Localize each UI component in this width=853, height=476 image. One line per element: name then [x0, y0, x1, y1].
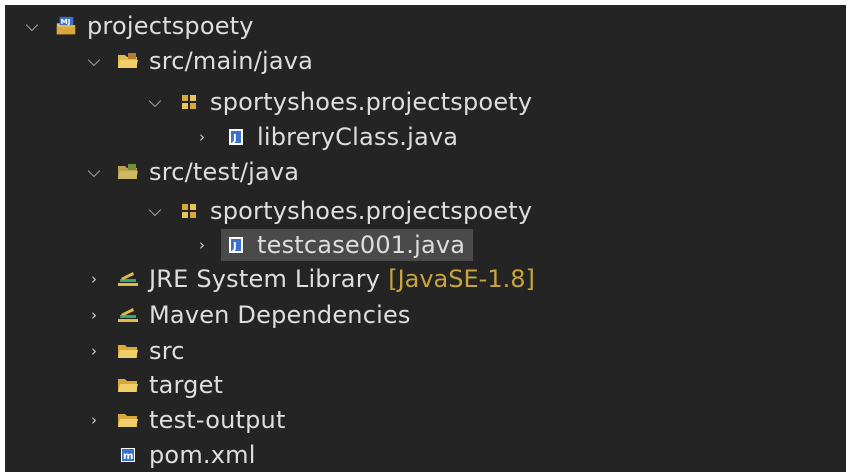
chevron-down-icon[interactable]: ⌵: [85, 162, 103, 182]
package-icon: [178, 201, 200, 221]
tree-item-pom[interactable]: m pom.xml: [85, 438, 256, 472]
maven-pom-icon: m: [117, 445, 139, 465]
tree-item-label: sportyshoes.projectspoety: [210, 88, 533, 116]
chevron-right-icon[interactable]: ›: [193, 236, 211, 254]
folder-icon: [117, 375, 139, 395]
source-folder-icon: [117, 51, 139, 71]
jre-version-decoration: [JavaSE-1.8]: [388, 265, 535, 293]
library-icon: [117, 305, 139, 325]
tree-item-label: JRE System Library: [149, 265, 381, 293]
chevron-right-icon[interactable]: ›: [193, 128, 211, 146]
tree-item-label: Maven Dependencies: [149, 301, 411, 329]
chevron-right-icon[interactable]: ›: [85, 411, 103, 429]
tree-item-src-test-java[interactable]: ⌵ src/test/java: [85, 155, 299, 189]
tree-item-project[interactable]: ⌵ MJ projectspoety: [23, 9, 254, 43]
tree-item-jre-library[interactable]: › JRE System Library [JavaSE-1.8]: [85, 262, 535, 296]
tree-item-label: src/test/java: [149, 158, 300, 186]
tree-item-testcase001[interactable]: › J testcase001.java: [193, 228, 474, 262]
selection-highlight: J testcase001.java: [221, 229, 474, 261]
java-file-icon: J: [225, 127, 247, 147]
chevron-right-icon[interactable]: ›: [85, 270, 103, 288]
tree-item-maven-dependencies[interactable]: › Maven Dependencies: [85, 298, 411, 332]
chevron-down-icon[interactable]: ⌵: [146, 201, 164, 221]
library-icon: [117, 269, 139, 289]
tree-item-librery-class[interactable]: › J libreryClass.java: [193, 120, 458, 154]
tree-item-test-output[interactable]: › test-output: [85, 403, 286, 437]
tree-item-label: src: [149, 337, 185, 365]
package-icon: [178, 92, 200, 112]
chevron-down-icon[interactable]: ⌵: [146, 92, 164, 112]
chevron-right-icon[interactable]: ›: [85, 342, 103, 360]
test-source-folder-icon: [117, 162, 139, 182]
tree-item-package-main[interactable]: ⌵ sportyshoes.projectspoety: [146, 85, 533, 119]
folder-icon: [117, 341, 139, 361]
chevron-down-icon[interactable]: ⌵: [85, 51, 103, 71]
chevron-down-icon[interactable]: ⌵: [23, 16, 41, 36]
tree-item-target[interactable]: target: [85, 368, 223, 402]
tree-item-label: projectspoety: [87, 12, 254, 40]
folder-icon: [117, 410, 139, 430]
tree-item-label: test-output: [149, 406, 286, 434]
tree-item-label: pom.xml: [149, 441, 256, 469]
tree-item-label: libreryClass.java: [257, 123, 459, 151]
svg-text:J: J: [232, 133, 237, 144]
tree-item-label: testcase001.java: [257, 231, 466, 259]
tree-item-label: src/main/java: [149, 47, 314, 75]
java-file-icon: J: [225, 235, 247, 255]
screenshot-frame: ⌵ MJ projectspoety ⌵ src/main/java ⌵ spo…: [0, 0, 853, 476]
svg-text:m: m: [123, 451, 133, 462]
tree-item-label: sportyshoes.projectspoety: [210, 197, 533, 225]
project-explorer-tree[interactable]: ⌵ MJ projectspoety ⌵ src/main/java ⌵ spo…: [5, 5, 846, 472]
tree-item-label: target: [149, 371, 224, 399]
tree-item-src-main-java[interactable]: ⌵ src/main/java: [85, 44, 313, 78]
chevron-right-icon[interactable]: ›: [85, 306, 103, 324]
tree-item-package-test[interactable]: ⌵ sportyshoes.projectspoety: [146, 194, 533, 228]
tree-item-src[interactable]: › src: [85, 334, 185, 368]
maven-project-icon: MJ: [55, 16, 77, 36]
svg-text:J: J: [232, 241, 237, 252]
svg-text:MJ: MJ: [61, 17, 71, 26]
